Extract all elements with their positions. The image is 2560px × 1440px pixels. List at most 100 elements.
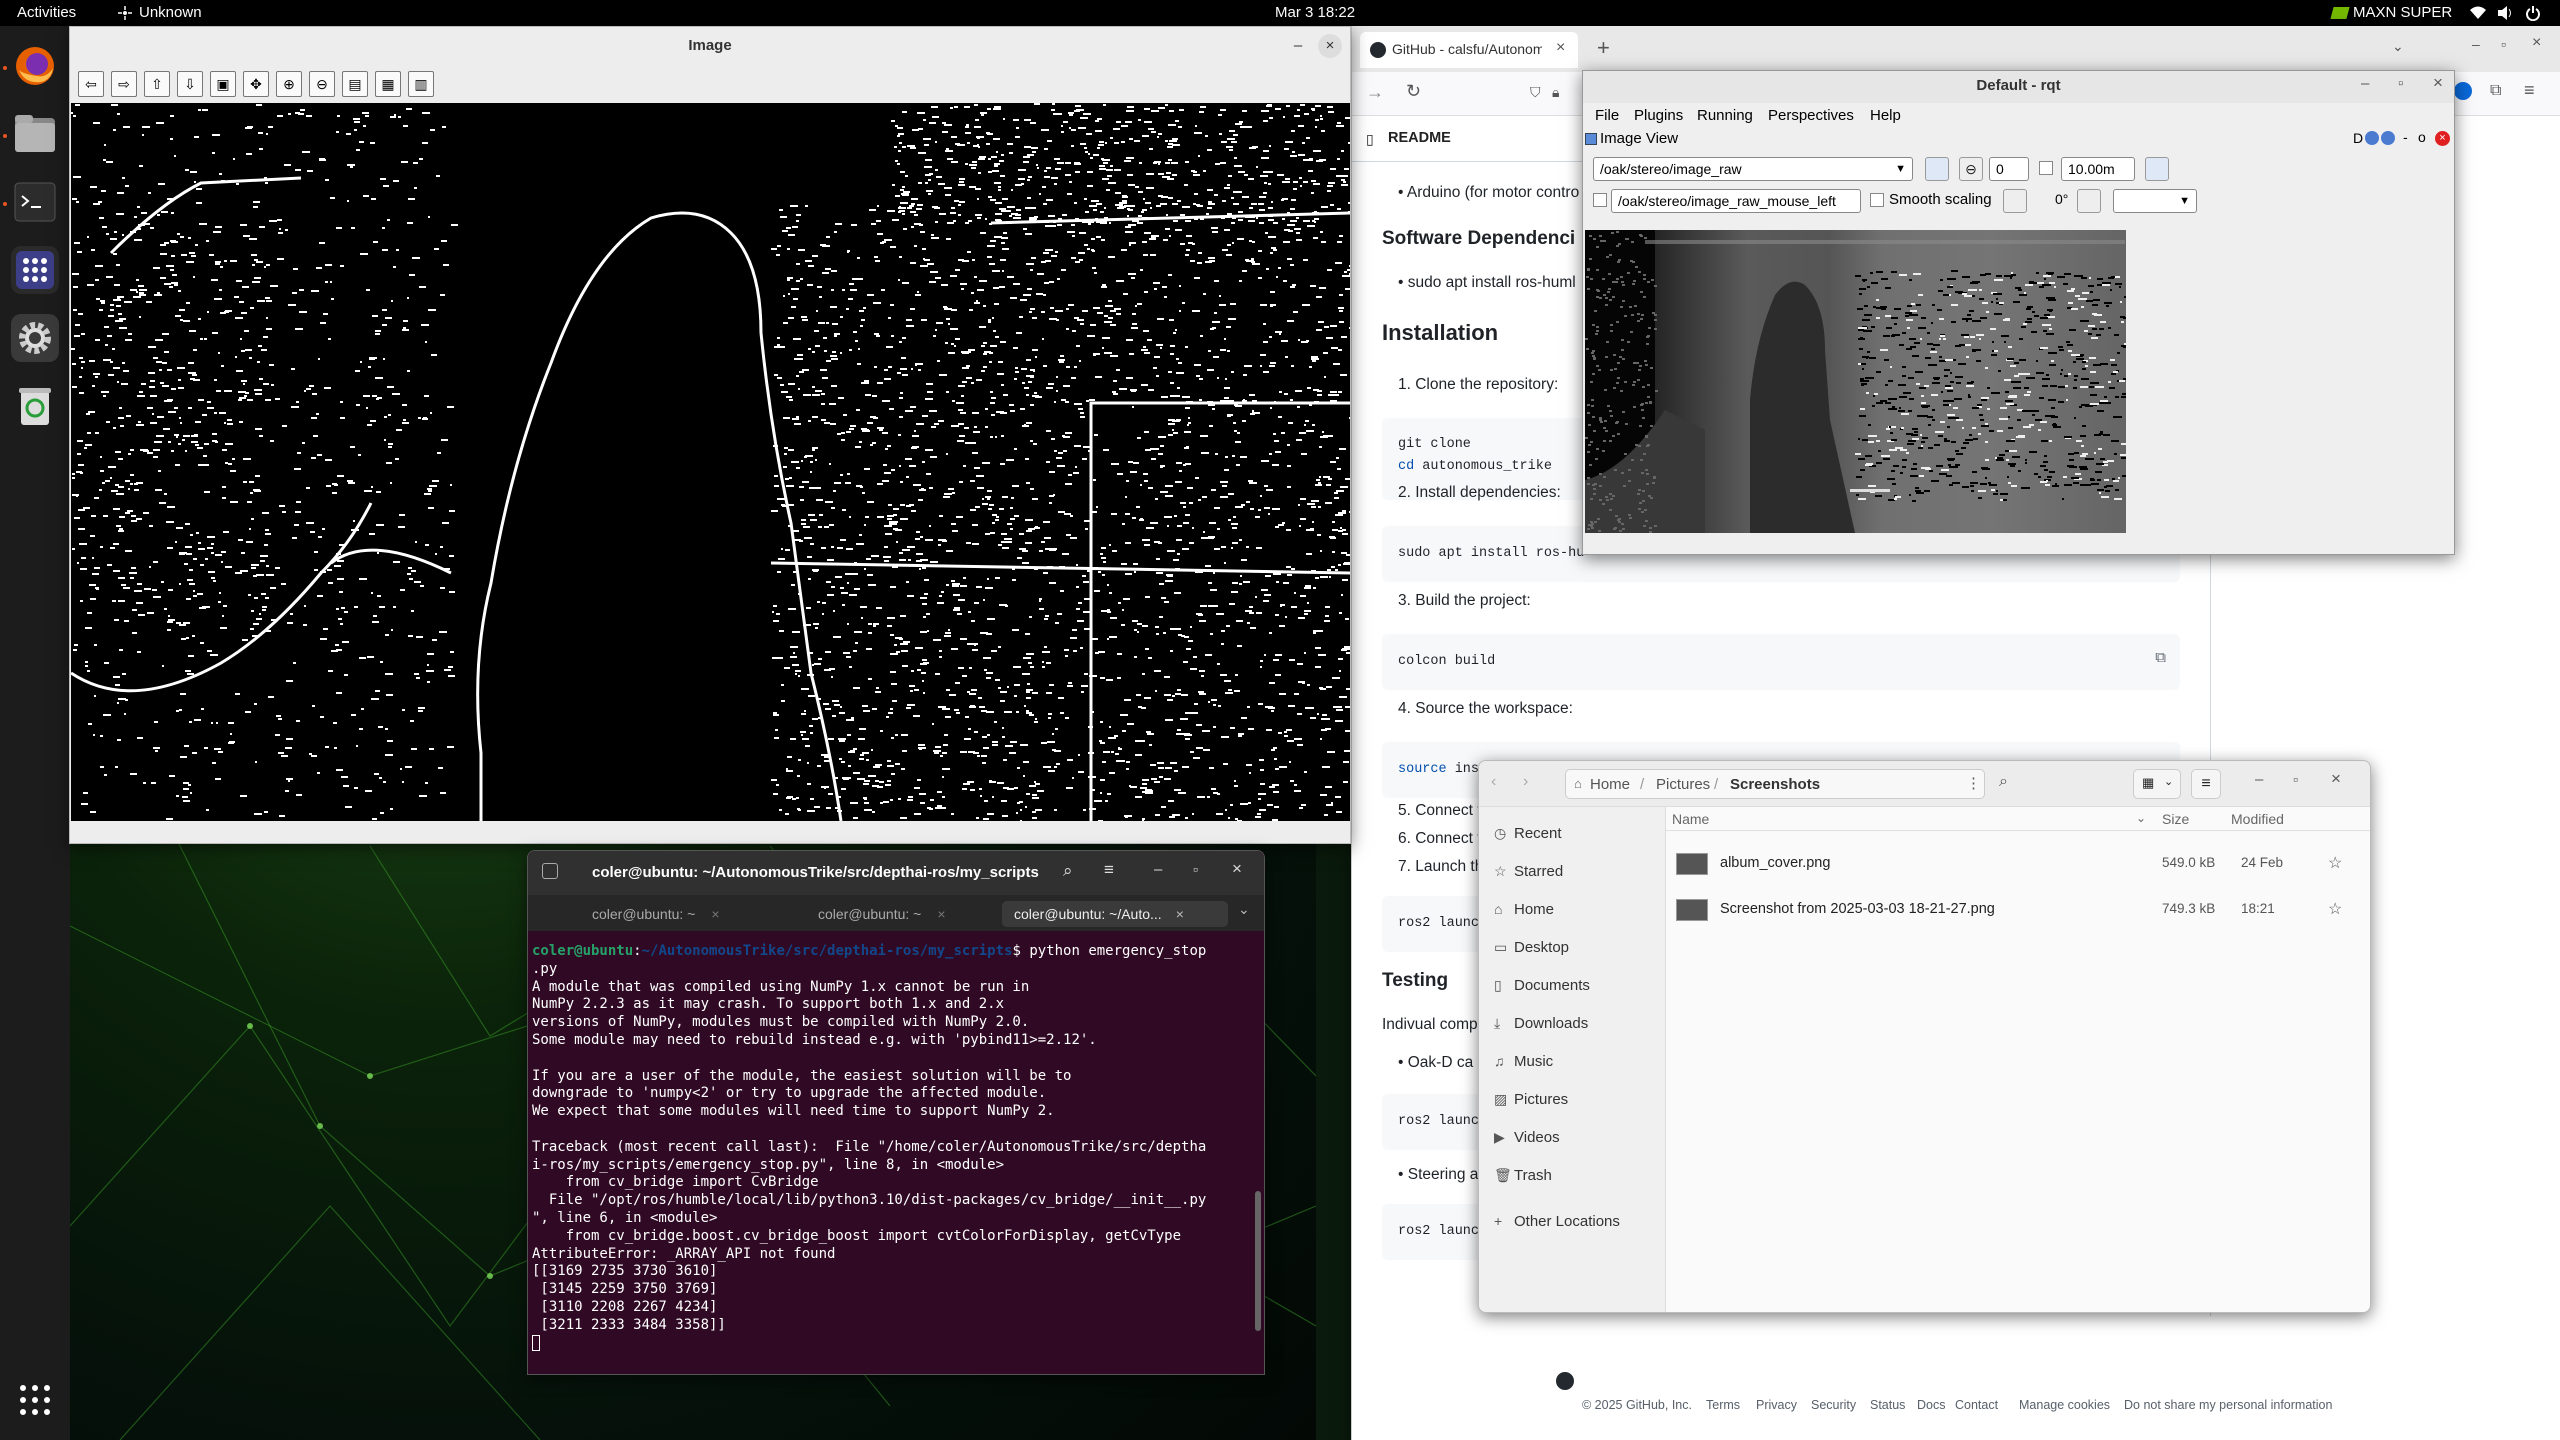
down-icon[interactable]: ⇩ [177, 71, 203, 97]
search-icon[interactable]: ⌕ [1999, 773, 2008, 791]
footer-link-cookies[interactable]: Manage cookies [2019, 1398, 2110, 1412]
chevron-down-icon[interactable]: ⌄ [2164, 775, 2173, 788]
min-depth-spinbox[interactable]: 0 [1989, 157, 2029, 181]
extensions-icon[interactable]: ⧉ [2490, 82, 2501, 100]
zoom-in-icon[interactable]: ⊕ [276, 71, 302, 97]
maximize-icon[interactable]: ▫ [2293, 771, 2298, 787]
rotate-right-icon[interactable] [2077, 189, 2101, 213]
power-icon[interactable] [2526, 5, 2540, 21]
help-icon[interactable] [2381, 131, 2395, 145]
path-pictures[interactable]: Pictures [1656, 776, 1710, 793]
zoom-icon[interactable]: ⊖ [1959, 157, 1983, 181]
grid-view-icon[interactable]: ▦ [2142, 775, 2154, 791]
new-tab-icon[interactable] [542, 863, 558, 879]
footer-link-terms[interactable]: Terms [1706, 1398, 1740, 1412]
forward-icon[interactable]: ⇨ [111, 71, 137, 97]
max-range-checkbox[interactable] [2039, 161, 2053, 175]
sidebar-other-locations[interactable]: + Other Locations [1494, 1213, 1620, 1230]
settings-icon[interactable] [11, 314, 59, 362]
sidebar-item-home[interactable]: ⌂ Home [1494, 901, 1554, 918]
reload-icon[interactable]: ↻ [1406, 81, 1421, 102]
network-icon[interactable] [118, 6, 132, 20]
sidebar-item-downloads[interactable]: ⤓ Downloads [1494, 1015, 1588, 1032]
forward-icon[interactable]: → [1366, 82, 1384, 103]
account-icon[interactable] [2454, 82, 2472, 100]
volume-icon[interactable] [2498, 6, 2514, 20]
minimize-icon[interactable]: – [2472, 36, 2480, 52]
maximize-icon[interactable]: ▫ [2501, 36, 2506, 52]
app-grid-icon[interactable] [11, 246, 59, 294]
chevron-down-icon[interactable]: ⌄ [1238, 901, 1250, 918]
view-toggle[interactable]: ▦ ⌄ [2133, 769, 2181, 799]
max-depth-spinbox[interactable]: 10.00m [2061, 157, 2135, 181]
close-tab-icon[interactable]: × [1556, 39, 1565, 57]
topic-select[interactable]: /oak/stereo/image_raw ▼ [1593, 157, 1913, 181]
depth-image[interactable] [1585, 230, 2126, 533]
color-scheme-select[interactable]: ▼ [2113, 189, 2197, 213]
path-screenshots[interactable]: Screenshots [1730, 776, 1820, 793]
settings-icon[interactable]: ▥ [408, 71, 434, 97]
configure-icon[interactable]: ▦ [375, 71, 401, 97]
footer-link-privacy[interactable]: Privacy [1756, 1398, 1797, 1412]
menu-help[interactable]: Help [1870, 107, 1901, 124]
float-plugin-icon[interactable]: o [2418, 129, 2426, 145]
zoom-out-icon[interactable]: ⊖ [309, 71, 335, 97]
wifi-icon[interactable] [2470, 6, 2486, 20]
smooth-scaling-checkbox[interactable] [1870, 193, 1884, 207]
readme-tab[interactable]: README [1388, 130, 1451, 146]
show-apps-icon[interactable] [11, 1376, 59, 1424]
clock[interactable]: Mar 3 18:22 [1275, 4, 1355, 21]
power-mode[interactable]: MAXN SUPER [2353, 4, 2452, 21]
star-icon[interactable]: ☆ [2328, 899, 2342, 919]
pan-icon[interactable]: ✥ [243, 71, 269, 97]
search-icon[interactable]: ⌕ [1063, 861, 1073, 881]
back-icon[interactable]: ⇦ [78, 71, 104, 97]
rotate-left-icon[interactable] [2003, 189, 2027, 213]
menu-icon[interactable]: ≡ [1104, 860, 1114, 880]
minimize-icon[interactable]: – [2361, 75, 2369, 92]
save-icon[interactable]: ▤ [342, 71, 368, 97]
footer-link-status[interactable]: Status [1870, 1398, 1905, 1412]
close-icon[interactable]: × [2331, 769, 2341, 789]
github-logo-icon[interactable] [1556, 1372, 1574, 1390]
terminal-tab[interactable]: coler@ubuntu: ~ × [592, 901, 720, 927]
sidebar-item-pictures[interactable]: ▨ Pictures [1494, 1091, 1568, 1108]
mouse-publish-checkbox[interactable] [1593, 193, 1607, 207]
copy-icon[interactable]: ⧉ [2155, 648, 2166, 670]
sidebar-item-starred[interactable]: ☆ Starred [1494, 863, 1563, 880]
shield-icon[interactable]: ⛉ [1530, 84, 1541, 101]
path-home[interactable]: Home [1590, 776, 1630, 793]
footer-link-docs[interactable]: Docs [1917, 1398, 1945, 1412]
close-icon[interactable]: × [2532, 34, 2541, 52]
menu-plugins[interactable]: Plugins [1634, 107, 1683, 124]
back-icon[interactable]: ‹ [1491, 773, 1496, 791]
lock-icon[interactable]: 🔒︎ [1552, 84, 1559, 101]
plugin-dock-button[interactable]: D [2353, 130, 2363, 146]
files-icon[interactable] [11, 110, 59, 158]
minimize-icon[interactable]: – [2255, 771, 2263, 788]
sidebar-item-desktop[interactable]: ▭ Desktop [1494, 939, 1569, 956]
maximize-icon[interactable]: ▫ [1193, 861, 1198, 877]
terminal-tab[interactable]: coler@ubuntu: ~ × [818, 901, 946, 927]
sidebar-item-documents[interactable]: ▯ Documents [1494, 977, 1590, 994]
sidebar-item-trash[interactable]: 🗑︎ Trash [1494, 1167, 1552, 1184]
close-icon[interactable]: × [1232, 859, 1242, 879]
close-plugin-icon[interactable]: × [2435, 131, 2450, 146]
column-size[interactable]: Size [2162, 811, 2189, 827]
terminal-tab-active[interactable]: coler@ubuntu: ~/Auto... × [1002, 901, 1228, 927]
fit-icon[interactable]: ▣ [210, 71, 236, 97]
menu-file[interactable]: File [1595, 107, 1619, 124]
footer-link-contact[interactable]: Contact [1955, 1398, 1998, 1412]
new-tab-icon[interactable]: + [1597, 35, 1610, 61]
maximize-icon[interactable]: ▫ [2398, 75, 2403, 92]
sidebar-item-music[interactable]: ♫ Music [1494, 1053, 1553, 1070]
code-block[interactable]: colcon build ⧉ [1382, 634, 2180, 690]
footer-link-security[interactable]: Security [1811, 1398, 1856, 1412]
footer-link-noshare[interactable]: Do not share my personal information [2124, 1398, 2332, 1412]
close-icon[interactable]: × [1318, 34, 1342, 58]
firefox-icon[interactable] [11, 42, 59, 90]
refresh-topics-icon[interactable] [1925, 157, 1949, 181]
menu-perspectives[interactable]: Perspectives [1768, 107, 1854, 124]
star-icon[interactable]: ☆ [2328, 853, 2342, 873]
minimize-icon[interactable]: – [1154, 861, 1162, 878]
